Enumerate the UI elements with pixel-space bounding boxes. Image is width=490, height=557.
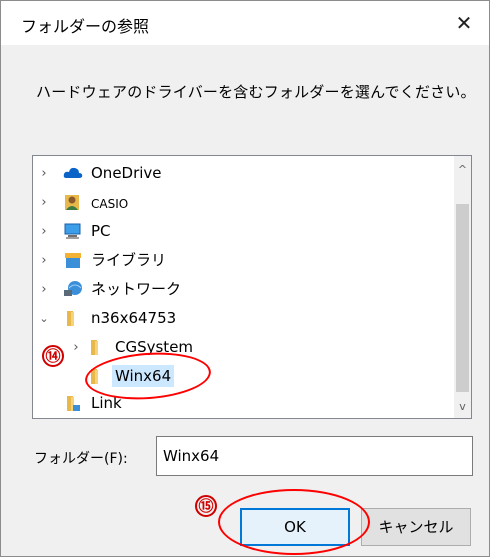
tree-item-casio[interactable]: › CASIO bbox=[33, 188, 443, 217]
tree-item-network[interactable]: › ネットワーク bbox=[33, 275, 443, 304]
folder-browse-dialog: フォルダーの参照 ✕ ハードウェアのドライバーを含むフォルダーを選んでください。… bbox=[0, 0, 490, 557]
chevron-down-icon[interactable]: ⌄ bbox=[37, 304, 51, 333]
chevron-right-icon[interactable]: › bbox=[37, 246, 51, 275]
folder-input[interactable] bbox=[156, 436, 473, 476]
library-icon bbox=[63, 251, 83, 269]
tree-item-label: PC bbox=[91, 222, 111, 240]
chevron-right-icon[interactable]: › bbox=[37, 217, 51, 246]
chevron-right-icon[interactable]: › bbox=[69, 333, 83, 362]
tree-item-label: Winx64 bbox=[112, 365, 175, 387]
tree-item-winx64[interactable]: Winx64 bbox=[33, 362, 443, 391]
tree-item-cgsystem[interactable]: › CGSystem bbox=[33, 333, 443, 362]
instruction-text: ハードウェアのドライバーを含むフォルダーを選んでください。 bbox=[36, 83, 476, 101]
network-icon bbox=[63, 280, 83, 298]
user-icon bbox=[63, 193, 83, 211]
folder-link-icon bbox=[63, 394, 83, 412]
tree-item-label: CASIO bbox=[91, 197, 129, 211]
tree-item-label: Link bbox=[91, 394, 122, 412]
tree-item-link[interactable]: Link bbox=[33, 389, 443, 418]
folder-icon bbox=[63, 309, 83, 327]
tree-item-pc[interactable]: › PC bbox=[33, 217, 443, 246]
scroll-down-arrow-icon[interactable]: v bbox=[454, 398, 471, 415]
chevron-right-icon[interactable]: › bbox=[37, 275, 51, 304]
computer-icon bbox=[63, 222, 83, 240]
tree-item-library[interactable]: › ライブラリ bbox=[33, 246, 443, 275]
tree-item-n36x64753[interactable]: ⌄ n36x64753 bbox=[33, 304, 443, 333]
scroll-up-arrow-icon[interactable]: ^ bbox=[454, 161, 471, 178]
close-button[interactable]: ✕ bbox=[439, 1, 489, 45]
chevron-right-icon[interactable]: › bbox=[37, 188, 51, 217]
tree-item-label: ネットワーク bbox=[91, 280, 182, 298]
folder-icon bbox=[87, 338, 107, 356]
dialog-title: フォルダーの参照 bbox=[21, 17, 150, 36]
tree-item-onedrive[interactable]: › OneDrive bbox=[33, 159, 443, 188]
step-14-marker: ⑭ bbox=[42, 345, 64, 367]
vertical-scrollbar[interactable]: ^ v bbox=[454, 156, 471, 418]
cancel-button[interactable]: キャンセル bbox=[361, 508, 471, 546]
ok-button[interactable]: OK bbox=[240, 508, 350, 546]
folder-tree[interactable]: › OneDrive › CASIO › PC › ライブラリ › ネットワーク… bbox=[32, 155, 472, 419]
tree-item-label: OneDrive bbox=[91, 164, 162, 182]
title-bar: フォルダーの参照 ✕ bbox=[1, 1, 489, 45]
folder-field-label: フォルダー(F): bbox=[34, 451, 128, 467]
folder-icon bbox=[87, 367, 107, 385]
chevron-right-icon[interactable]: › bbox=[37, 159, 51, 188]
cloud-icon bbox=[63, 164, 83, 182]
scrollbar-thumb[interactable] bbox=[456, 204, 469, 392]
step-15-marker: ⑮ bbox=[195, 495, 217, 517]
tree-item-label: CGSystem bbox=[115, 338, 194, 356]
tree-item-label: n36x64753 bbox=[91, 309, 177, 327]
tree-item-label: ライブラリ bbox=[91, 251, 167, 269]
